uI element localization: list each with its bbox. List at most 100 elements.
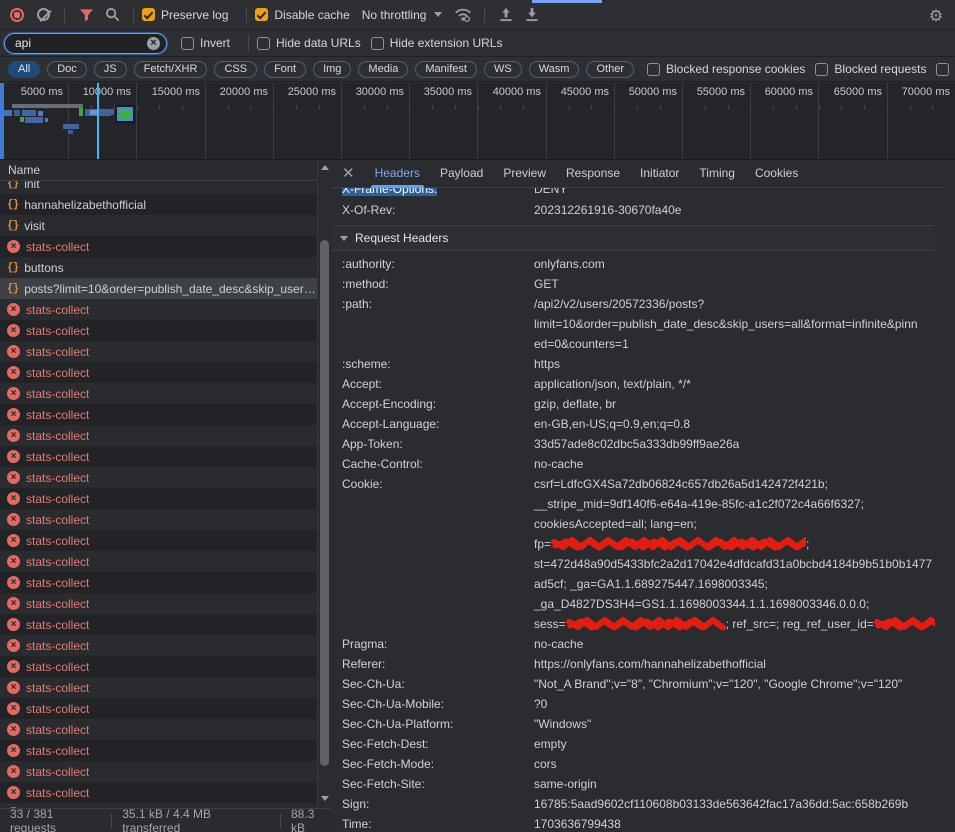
table-row[interactable]: ×stats-collect	[0, 656, 317, 677]
table-row[interactable]: ×stats-collect	[0, 530, 317, 551]
request-name: hannahelizabethofficial	[24, 198, 146, 212]
table-row[interactable]: ×stats-collect	[0, 383, 317, 404]
clear-filter-icon[interactable]: ×	[147, 37, 160, 50]
table-row[interactable]: {}init	[0, 181, 317, 194]
disable-cache-checkbox[interactable]	[255, 8, 268, 21]
table-row[interactable]: ×stats-collect	[0, 425, 317, 446]
blocked-requests-label: Blocked requests	[834, 62, 926, 76]
header-value-line: fp=;	[534, 534, 934, 554]
preserve-log-checkbox[interactable]	[142, 8, 155, 21]
header-row: Accept:application/json, text/plain, */*	[332, 374, 935, 394]
scroll-down-icon[interactable]	[321, 796, 329, 801]
timeline-minor-tick	[841, 105, 842, 109]
table-row[interactable]: ×stats-collect	[0, 446, 317, 467]
table-row[interactable]: ×stats-collect	[0, 761, 317, 782]
header-name: Sign:	[342, 794, 534, 814]
record-button[interactable]	[4, 3, 30, 27]
json-icon: {}	[7, 220, 18, 232]
header-row: :path:/api2/v2/users/20572336/posts?limi…	[332, 294, 935, 354]
table-row[interactable]: ×stats-collect	[0, 635, 317, 656]
hide-extension-urls-checkbox[interactable]	[371, 37, 384, 50]
tab-payload[interactable]: Payload	[430, 160, 493, 188]
filter-pill-doc[interactable]: Doc	[47, 61, 87, 78]
table-row[interactable]: ×stats-collect	[0, 740, 317, 761]
filter-input[interactable]	[15, 36, 147, 50]
filter-pill-media[interactable]: Media	[358, 61, 408, 78]
search-button[interactable]	[99, 3, 125, 27]
requests-scrollbar[interactable]	[317, 160, 331, 808]
filter-pill-fetch-xhr[interactable]: Fetch/XHR	[134, 61, 208, 78]
hide-data-urls-checkbox[interactable]	[257, 37, 270, 50]
tab-cookies[interactable]: Cookies	[745, 160, 808, 188]
filter-pill-manifest[interactable]: Manifest	[415, 61, 477, 78]
timeline-minor-tick	[614, 105, 615, 109]
table-row[interactable]: ×stats-collect	[0, 236, 317, 257]
close-icon[interactable]: ✕	[332, 164, 365, 184]
table-row[interactable]: ×stats-collect	[0, 677, 317, 698]
table-row[interactable]: ×stats-collect	[0, 572, 317, 593]
requests-scrollbar-thumb[interactable]	[320, 240, 329, 766]
settings-button[interactable]: ⚙	[923, 3, 949, 27]
table-row[interactable]: ×stats-collect	[0, 362, 317, 383]
timeline-overview[interactable]: 5000 ms10000 ms15000 ms20000 ms25000 ms3…	[0, 83, 955, 160]
filter-pill-font[interactable]: Font	[264, 61, 306, 78]
header-value: /api2/v2/users/20572336/posts?limit=10&o…	[534, 294, 934, 354]
name-column-header[interactable]: Name	[0, 160, 317, 181]
header-name: Sec-Ch-Ua:	[342, 674, 534, 694]
blocked-requests-checkbox[interactable]	[815, 63, 828, 76]
export-har-button[interactable]	[519, 3, 545, 27]
timeline-minor-tick	[728, 105, 729, 109]
toolbar-divider	[64, 7, 65, 23]
tab-initiator[interactable]: Initiator	[630, 160, 689, 188]
table-row[interactable]: ×stats-collect	[0, 593, 317, 614]
table-row[interactable]: {}hannahelizabethofficial	[0, 194, 317, 215]
tab-headers[interactable]: Headers	[365, 160, 430, 188]
tab-preview[interactable]: Preview	[493, 160, 556, 188]
throttling-value: No throttling	[362, 8, 427, 22]
filter-pill-all[interactable]: All	[8, 61, 40, 78]
name-column-label: Name	[8, 163, 40, 177]
network-conditions-button[interactable]	[450, 3, 476, 27]
filter-toggle-button[interactable]	[73, 3, 99, 27]
waterfall-bar	[63, 124, 79, 129]
filter-pill-ws[interactable]: WS	[484, 61, 522, 78]
import-har-button[interactable]	[493, 3, 519, 27]
table-row[interactable]: ×stats-collect	[0, 404, 317, 425]
timeline-gridline	[546, 83, 547, 160]
table-row[interactable]: ×stats-collect	[0, 341, 317, 362]
table-row[interactable]: {}posts?limit=10&order=publish_date_desc…	[0, 278, 317, 299]
table-row[interactable]: ×stats-collect	[0, 509, 317, 530]
header-value-line: en-GB,en-US;q=0.9,en;q=0.8	[534, 414, 934, 434]
request-name: buttons	[24, 261, 63, 275]
request-name: stats-collect	[26, 492, 89, 506]
table-row[interactable]: ×stats-collect	[0, 467, 317, 488]
table-row[interactable]: {}buttons	[0, 257, 317, 278]
filter-pill-wasm[interactable]: Wasm	[529, 61, 580, 78]
3rd-party-requests-checkbox[interactable]	[936, 63, 949, 76]
table-row[interactable]: ×stats-collect	[0, 698, 317, 719]
invert-label: Invert	[200, 36, 230, 50]
table-row[interactable]: ×stats-collect	[0, 614, 317, 635]
filter-pill-other[interactable]: Other	[586, 61, 634, 78]
blocked-icon: ×	[7, 366, 20, 379]
blocked-icon: ×	[7, 744, 20, 757]
filter-pill-img[interactable]: Img	[313, 61, 351, 78]
table-row[interactable]: ×stats-collect	[0, 782, 317, 803]
blocked-response-cookies-checkbox[interactable]	[647, 63, 660, 76]
table-row[interactable]: {}visit	[0, 215, 317, 236]
throttling-select[interactable]: No throttling	[362, 8, 443, 22]
scroll-up-icon[interactable]	[321, 165, 329, 170]
filter-pill-js[interactable]: JS	[94, 61, 127, 78]
table-row[interactable]: ×stats-collect	[0, 299, 317, 320]
invert-checkbox[interactable]	[181, 37, 194, 50]
table-row[interactable]: ×stats-collect	[0, 488, 317, 509]
table-row[interactable]: ×stats-collect	[0, 551, 317, 572]
timeline-gridline	[205, 83, 206, 160]
clear-button[interactable]	[30, 3, 56, 27]
tab-response[interactable]: Response	[556, 160, 630, 188]
filter-pill-css[interactable]: CSS	[214, 61, 257, 78]
table-row[interactable]: ×stats-collect	[0, 320, 317, 341]
table-row[interactable]: ×stats-collect	[0, 719, 317, 740]
request-headers-section-header[interactable]: Request Headers	[332, 225, 935, 251]
tab-timing[interactable]: Timing	[689, 160, 745, 188]
